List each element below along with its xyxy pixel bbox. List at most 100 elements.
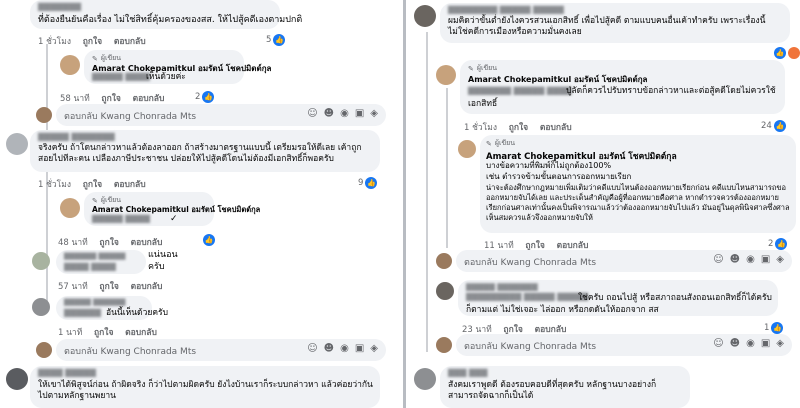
mention-name[interactable]: ▇▇▇▇▇ ▇▇▇▇ bbox=[92, 72, 150, 81]
like-button[interactable]: ถูกใจ bbox=[101, 94, 120, 104]
avatar[interactable] bbox=[458, 140, 476, 158]
avatar-icon[interactable]: ☺ bbox=[307, 343, 317, 354]
avatar[interactable] bbox=[414, 368, 436, 390]
commenter-name[interactable]: ▇▇▇▇▇ ▇▇▇▇▇▇ bbox=[64, 298, 125, 306]
reply-meta: 48 นาที ถูกใจ ตอบกลับ bbox=[58, 238, 163, 248]
reaction-count[interactable]: 👍 bbox=[774, 47, 800, 59]
reply-input[interactable]: ตอบกลับ Kwang Chonrada Mts ☺ ☻ ◉ ▣ ◈ bbox=[456, 334, 792, 356]
like-icon: 👍 bbox=[203, 234, 215, 246]
emoji-icon[interactable]: ☻ bbox=[730, 254, 740, 265]
gif-icon[interactable]: ▣ bbox=[355, 108, 364, 119]
commenter-name[interactable]: ▇▇▇▇▇▇▇ bbox=[38, 2, 81, 11]
reply-text: อันนี้เห็นด้วยครับ bbox=[106, 308, 168, 318]
camera-icon[interactable]: ◉ bbox=[746, 338, 755, 349]
comment-bubble: ▇▇▇▇▇▇▇▇ ▇▇▇▇▇ ▇▇▇▇▇ ผมคิดว่าขั้นต่ำยังไ… bbox=[440, 3, 790, 43]
mention-name[interactable]: ▇▇▇▇▇ ▇▇▇▇ bbox=[92, 214, 150, 223]
camera-icon[interactable]: ◉ bbox=[340, 343, 349, 354]
reply-button[interactable]: ตอบกลับ bbox=[133, 94, 165, 104]
reaction-count[interactable]: 5 👍 bbox=[266, 34, 286, 46]
commenter-name[interactable]: ▇▇▇▇▇ ▇▇▇▇▇▇▇ bbox=[38, 132, 115, 141]
avatar[interactable] bbox=[60, 198, 80, 218]
like-icon: 👍 bbox=[775, 238, 788, 250]
comment-text: ให้เขาได้พิสูจน์ก่อน ถ้าผิดจริง ก็ว่าไปต… bbox=[38, 380, 373, 401]
reply-button[interactable]: ตอบกลับ bbox=[114, 180, 146, 190]
my-avatar bbox=[36, 107, 52, 123]
like-button[interactable]: ถูกใจ bbox=[99, 238, 118, 248]
sticker-icon[interactable]: ◈ bbox=[776, 254, 784, 265]
gif-icon[interactable]: ▣ bbox=[761, 254, 770, 265]
avatar[interactable] bbox=[32, 252, 50, 270]
avatar[interactable] bbox=[436, 282, 454, 300]
reply-button[interactable]: ตอบกลับ bbox=[540, 123, 572, 133]
pen-icon: ✎ bbox=[468, 64, 474, 73]
like-icon: 👍 bbox=[273, 34, 286, 46]
reply-meta: 57 นาที ถูกใจ ตอบกลับ bbox=[58, 282, 163, 292]
emoji-icon[interactable]: ☻ bbox=[324, 108, 334, 119]
reply-meta: 1 นาที ถูกใจ ตอบกลับ bbox=[58, 328, 157, 338]
reply-text: เห็นด้วยค่ะ bbox=[146, 72, 186, 82]
reply-text: ปู่ลัดก็ควรไปรับทราบข้อกล่าวหาและต่อสู้ค… bbox=[468, 86, 776, 109]
commenter-name[interactable]: ▇▇▇▇▇ ▇▇▇▇▇▇▇ bbox=[466, 282, 538, 291]
reaction-count[interactable]: 2 👍 bbox=[195, 91, 215, 103]
avatar[interactable] bbox=[414, 5, 436, 27]
composer-tools: ☺ ☻ ◉ ▣ ◈ bbox=[307, 108, 378, 119]
commenter-name[interactable]: ▇▇▇▇ ▇▇▇▇▇ bbox=[38, 368, 96, 377]
reply-bubble: ✎ ผู้เขียน Amarat Chokepamitkul อมรัตน์ โ… bbox=[84, 50, 271, 84]
like-icon: 👍 bbox=[774, 47, 786, 59]
avatar[interactable] bbox=[436, 65, 456, 85]
reply-button[interactable]: ตอบกลับ bbox=[131, 282, 163, 292]
avatar-icon[interactable]: ☺ bbox=[713, 338, 723, 349]
sticker-icon[interactable]: ◈ bbox=[370, 108, 378, 119]
pen-icon: ✎ bbox=[486, 139, 492, 148]
comment-bubble: ▇▇▇ ▇▇▇ สังคมเราพูดดี ต้องรอบคอบดีที่สุด… bbox=[440, 366, 690, 408]
gif-icon[interactable]: ▣ bbox=[761, 338, 770, 349]
reaction-count[interactable]: 2 👍 bbox=[768, 238, 788, 250]
camera-icon[interactable]: ◉ bbox=[746, 254, 755, 265]
like-button[interactable]: ถูกใจ bbox=[99, 282, 118, 292]
commenter-name[interactable]: ▇▇▇▇▇▇ ▇▇▇▇▇ bbox=[64, 252, 125, 260]
reply-meta: 1 ชั่วโมง ถูกใจ ตอบกลับ bbox=[464, 123, 572, 133]
thread-line bbox=[426, 32, 428, 352]
commenter-name[interactable]: ▇▇▇▇▇▇▇▇ ▇▇▇▇▇ ▇▇▇▇▇ bbox=[448, 5, 564, 14]
avatar[interactable] bbox=[6, 133, 28, 155]
comment-text: จริงครับ ถ้าโดนกล่าวหาแล้วต้องลาออก ถ้าส… bbox=[38, 143, 362, 164]
like-button[interactable]: ถูกใจ bbox=[83, 37, 102, 47]
reply-input[interactable]: ตอบกลับ Kwang Chonrada Mts ☺ ☻ ◉ ▣ ◈ bbox=[456, 250, 792, 272]
avatar[interactable] bbox=[6, 368, 28, 390]
reaction-count[interactable]: 1 👍 bbox=[764, 322, 784, 334]
like-icon: 👍 bbox=[365, 177, 378, 189]
sticker-icon[interactable]: ◈ bbox=[776, 338, 784, 349]
avatar[interactable] bbox=[32, 298, 50, 316]
composer-tools: ☺ ☻ ◉ ▣ ◈ bbox=[713, 254, 784, 265]
like-button[interactable]: ถูกใจ bbox=[94, 328, 113, 338]
author-badge: ✎ ผู้เขียน bbox=[486, 139, 516, 148]
like-button[interactable]: ถูกใจ bbox=[509, 123, 528, 133]
commenter-name[interactable]: ▇▇▇ ▇▇▇ bbox=[448, 368, 487, 377]
camera-icon[interactable]: ◉ bbox=[340, 108, 349, 119]
reply-text: แน่นอนครับ bbox=[148, 250, 178, 272]
comment-meta: 1 ชั่วโมง ถูกใจ ตอบกลับ bbox=[38, 37, 146, 47]
comment-bubble: ▇▇▇▇▇ ▇▇▇▇▇▇▇ จริงครับ ถ้าโดนกล่าวหาแล้ว… bbox=[30, 130, 380, 172]
avatar-icon[interactable]: ☺ bbox=[307, 108, 317, 119]
emoji-icon[interactable]: ☻ bbox=[324, 343, 334, 354]
like-button[interactable]: ถูกใจ bbox=[83, 180, 102, 190]
avatar-icon[interactable]: ☺ bbox=[713, 254, 723, 265]
avatar[interactable] bbox=[60, 55, 80, 75]
emoji-icon[interactable]: ☻ bbox=[730, 338, 740, 349]
reaction-count[interactable]: 24 👍 bbox=[761, 120, 786, 132]
mention-name[interactable]: ▇▇▇▇▇▇ bbox=[64, 308, 101, 317]
gif-icon[interactable]: ▣ bbox=[355, 343, 364, 354]
reply-input[interactable]: ตอบกลับ Kwang Chonrada Mts ☺ ☻ ◉ ▣ ◈ bbox=[56, 104, 386, 126]
reply-button[interactable]: ตอบกลับ bbox=[125, 328, 157, 338]
reply-text: ใช่ครับ ถอนไปสู้ หรือสภาถอนสังถอนเอกสิทธ… bbox=[466, 293, 772, 315]
comment-meta: 1 ชั่วโมง ถูกใจ ตอบกลับ bbox=[38, 180, 146, 190]
reaction-count[interactable]: 👍 bbox=[203, 234, 215, 246]
reply-input[interactable]: ตอบกลับ Kwang Chonrada Mts ☺ ☻ ◉ ▣ ◈ bbox=[56, 339, 386, 361]
sticker-icon[interactable]: ◈ bbox=[370, 343, 378, 354]
composer-tools: ☺ ☻ ◉ ▣ ◈ bbox=[713, 338, 784, 349]
reply-button[interactable]: ตอบกลับ bbox=[131, 238, 163, 248]
mention-name[interactable]: ▇▇▇▇ ▇▇▇▇ bbox=[64, 262, 116, 271]
reply-button[interactable]: ตอบกลับ bbox=[114, 37, 146, 47]
reply-text: ✓ bbox=[170, 214, 178, 224]
reaction-count[interactable]: 9 👍 bbox=[358, 177, 378, 189]
